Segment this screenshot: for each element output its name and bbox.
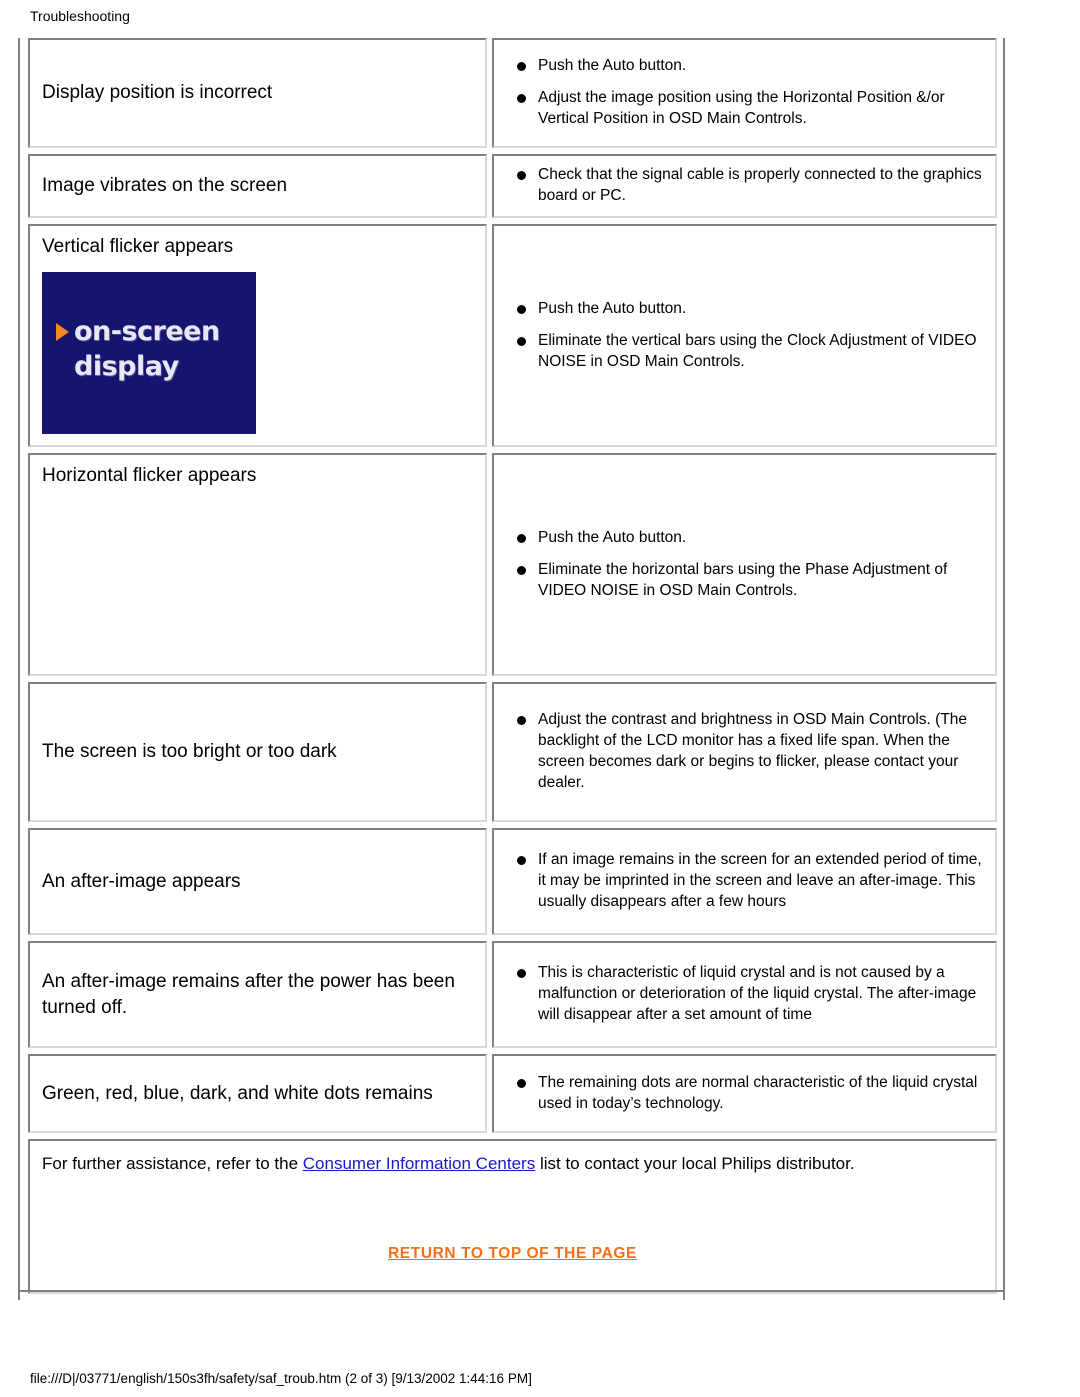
- solution-bullet: Check that the signal cable is properly …: [506, 164, 985, 206]
- solution-bullet: Eliminate the horizontal bars using the …: [506, 559, 985, 601]
- troubleshooting-table: Display position is incorrect Push the Au…: [18, 38, 1005, 1300]
- solution-bullet: Eliminate the vertical bars using the Cl…: [506, 330, 985, 372]
- play-triangle-icon: [56, 323, 69, 341]
- table-row: An after-image appears If an image remain…: [28, 828, 997, 935]
- symptom-label: Horizontal flicker appears: [42, 465, 257, 486]
- solution-bullet: This is characteristic of liquid crystal…: [506, 962, 985, 1025]
- symptom-cell: Display position is incorrect: [28, 38, 487, 148]
- symptom-label: An after-image appears: [42, 870, 241, 892]
- further-assistance-text: For further assistance, refer to the Con…: [42, 1151, 981, 1177]
- solution-bullet: Adjust the image position using the Hori…: [506, 87, 985, 129]
- symptom-cell: Image vibrates on the screen: [28, 154, 487, 218]
- solution-list: The remaining dots are normal characteri…: [506, 1072, 985, 1114]
- solution-cell: The remaining dots are normal characteri…: [492, 1054, 997, 1133]
- solution-bullet: If an image remains in the screen for an…: [506, 849, 985, 912]
- symptom-cell: An after-image remains after the power h…: [28, 941, 487, 1048]
- solution-cell: If an image remains in the screen for an…: [492, 828, 997, 935]
- symptom-cell: An after-image appears: [28, 828, 487, 935]
- solution-bullet: Push the Auto button.: [506, 527, 985, 548]
- browser-status-bar: file:///D|/03771/english/150s3fh/safety/…: [30, 1371, 532, 1386]
- solution-cell: Push the Auto button. Eliminate the verti…: [492, 224, 997, 447]
- symptom-label: Image vibrates on the screen: [42, 175, 288, 196]
- on-screen-display-image: on-screen display: [42, 272, 256, 434]
- symptom-label: Display position is incorrect: [42, 82, 273, 103]
- osd-line-1: on-screen: [56, 317, 220, 347]
- consumer-information-centers-link[interactable]: Consumer Information Centers: [303, 1154, 535, 1173]
- osd-line-1-text: on-screen: [74, 316, 220, 347]
- footer-text-after-link: list to contact your local Philips distr…: [535, 1154, 855, 1173]
- table-row: Display position is incorrect Push the Au…: [28, 38, 997, 148]
- solution-bullet: Push the Auto button.: [506, 55, 985, 76]
- return-to-top-link[interactable]: RETURN TO TOP OF THE PAGE: [388, 1245, 637, 1262]
- table-bottom-border: [18, 1290, 1005, 1292]
- further-assistance-cell: For further assistance, refer to the Con…: [28, 1139, 997, 1294]
- table-row: Vertical flicker appears on-screen display…: [28, 224, 997, 447]
- solution-list: Check that the signal cable is properly …: [506, 164, 985, 206]
- solution-list: Push the Auto button. Eliminate the horiz…: [506, 527, 985, 601]
- table-row: An after-image remains after the power h…: [28, 941, 997, 1048]
- solution-list: Push the Auto button. Adjust the image po…: [506, 55, 985, 129]
- solution-cell: Adjust the contrast and brightness in OS…: [492, 682, 997, 822]
- osd-line-2: display: [74, 352, 179, 382]
- solution-cell: This is characteristic of liquid crystal…: [492, 941, 997, 1048]
- symptom-cell: Vertical flicker appears on-screen display: [28, 224, 487, 447]
- footer-text-before-link: For further assistance, refer to the: [42, 1154, 303, 1173]
- footer-row: For further assistance, refer to the Con…: [28, 1139, 997, 1294]
- symptom-label: Green, red, blue, dark, and white dots r…: [42, 1082, 433, 1104]
- table-row: Green, red, blue, dark, and white dots r…: [28, 1054, 997, 1133]
- solution-cell: Push the Auto button. Eliminate the horiz…: [492, 453, 997, 676]
- osd-line-2-text: display: [74, 351, 179, 382]
- solution-bullet: Push the Auto button.: [506, 298, 985, 319]
- solution-list: This is characteristic of liquid crystal…: [506, 962, 985, 1025]
- solution-list: Push the Auto button. Eliminate the verti…: [506, 298, 985, 372]
- table-row: Image vibrates on the screen Check that t…: [28, 154, 997, 218]
- symptom-label: Vertical flicker appears: [42, 236, 234, 257]
- solution-cell: Check that the signal cable is properly …: [492, 154, 997, 218]
- table-row: Horizontal flicker appears Push the Auto …: [28, 453, 997, 676]
- solution-bullet: The remaining dots are normal characteri…: [506, 1072, 985, 1114]
- symptom-label: The screen is too bright or too dark: [42, 741, 337, 762]
- symptom-cell: The screen is too bright or too dark: [28, 682, 487, 822]
- symptom-cell: Horizontal flicker appears: [28, 453, 487, 676]
- solution-list: Adjust the contrast and brightness in OS…: [506, 709, 985, 793]
- symptom-cell: Green, red, blue, dark, and white dots r…: [28, 1054, 487, 1133]
- solution-list: If an image remains in the screen for an…: [506, 849, 985, 912]
- return-to-top-wrapper: RETURN TO TOP OF THE PAGE: [30, 1245, 995, 1263]
- table-row: The screen is too bright or too dark Adju…: [28, 682, 997, 822]
- solution-cell: Push the Auto button. Adjust the image po…: [492, 38, 997, 148]
- page-title: Troubleshooting: [30, 8, 130, 24]
- solution-bullet: Adjust the contrast and brightness in OS…: [506, 709, 985, 793]
- symptom-label: An after-image remains after the power h…: [42, 970, 455, 1018]
